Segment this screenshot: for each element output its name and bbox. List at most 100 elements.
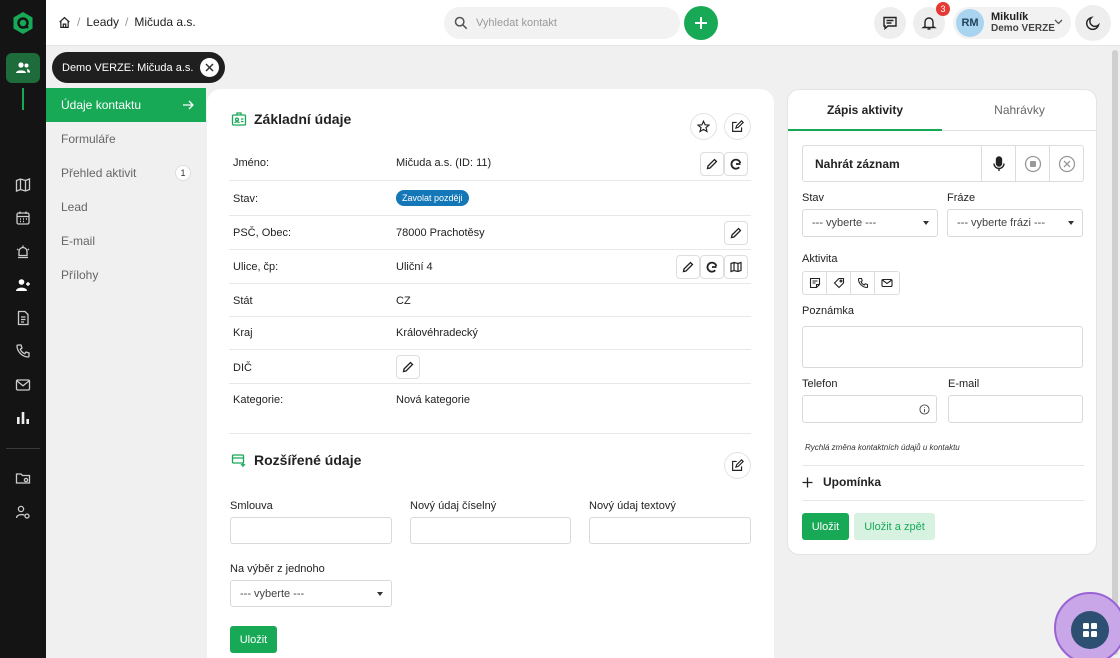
show-map-button[interactable] [724, 255, 748, 279]
email-input[interactable] [948, 395, 1083, 423]
rail-mail-icon[interactable] [13, 375, 33, 395]
sidenav-item-formulare[interactable]: Formuláře [46, 122, 206, 156]
home-icon[interactable] [58, 16, 71, 29]
sidenav-item-label: Přehled aktivit [61, 166, 137, 180]
sidenav-item-label: Přílohy [61, 268, 99, 282]
caret-down-icon [377, 592, 383, 596]
nav-rail [0, 0, 46, 658]
record-microphone-button[interactable] [981, 146, 1015, 181]
rail-stats-icon[interactable] [13, 408, 33, 428]
activity-tag-button[interactable] [827, 272, 851, 294]
caret-down-icon [923, 221, 929, 225]
info-icon[interactable] [919, 404, 930, 415]
edit-basic-button[interactable] [724, 113, 751, 140]
search-box[interactable] [444, 7, 680, 39]
theme-toggle-button[interactable] [1075, 5, 1111, 41]
save-and-back-button[interactable]: Uložit a zpět [854, 513, 935, 540]
contact-side-nav: Údaje kontaktu Formuláře Přehled aktivit… [46, 88, 206, 292]
arrow-right-icon [182, 99, 194, 111]
rail-user-manage-icon[interactable] [13, 275, 33, 295]
edit-street-button[interactable] [676, 255, 700, 279]
field-row-stat: Stát CZ [229, 284, 751, 317]
rail-document-icon[interactable] [13, 308, 33, 328]
sidenav-item-label: Údaje kontaktu [61, 98, 142, 112]
select-value: --- vyberte --- [812, 217, 877, 229]
tab-nahravky[interactable]: Nahrávky [942, 90, 1097, 131]
microphone-icon [992, 155, 1005, 171]
field-row-dic: DIČ [229, 350, 751, 384]
activity-type-group [802, 271, 900, 295]
sidenav-item-prilohy[interactable]: Přílohy [46, 258, 206, 292]
upominka-label: Upomínka [823, 475, 882, 489]
plus-icon [802, 477, 813, 487]
star-icon [697, 120, 710, 133]
edit-dic-button[interactable] [396, 355, 420, 379]
map-icon [730, 261, 742, 273]
app-logo-icon[interactable] [11, 11, 35, 35]
rail-contacts-icon[interactable] [6, 53, 40, 83]
sidenav-item-email[interactable]: E-mail [46, 224, 206, 258]
activity-phone-button[interactable] [851, 272, 875, 294]
text-field-label: Nový údaj textový [589, 500, 676, 512]
single-choice-select[interactable]: --- vyberte --- [230, 580, 392, 607]
record-stop-button[interactable] [1015, 146, 1049, 181]
rail-map-icon[interactable] [13, 175, 33, 195]
close-chip-button[interactable] [200, 58, 220, 77]
search-input[interactable] [476, 17, 656, 29]
field-label: Kraj [233, 327, 253, 339]
sidenav-item-label: E-mail [61, 234, 96, 248]
google-search-button[interactable] [724, 152, 748, 176]
rail-calendar-icon[interactable] [13, 208, 33, 228]
telefon-input[interactable] [802, 395, 937, 423]
smlouva-label: Smlouva [230, 500, 273, 512]
rail-active-indicator [22, 88, 24, 110]
upominka-toggle[interactable]: Upomínka [802, 475, 881, 489]
rail-user-settings-icon[interactable] [13, 502, 33, 522]
fraze-select[interactable]: --- vyberte frázi --- [947, 209, 1083, 237]
activity-email-button[interactable] [875, 272, 899, 294]
rail-divider [6, 448, 40, 449]
add-button[interactable] [684, 6, 718, 40]
google-icon [706, 261, 718, 273]
aktivita-label: Aktivita [802, 253, 838, 265]
user-menu[interactable]: RM Mikulík Demo VERZE [953, 7, 1071, 39]
sidenav-item-lead[interactable]: Lead [46, 190, 206, 224]
sidenav-item-prehled-aktivit[interactable]: Přehled aktivit 1 [46, 156, 206, 190]
page-scrollbar[interactable] [1112, 50, 1118, 655]
contact-chip: Demo VERZE: Mičuda a.s. [52, 52, 226, 83]
favorite-button[interactable] [690, 113, 717, 140]
record-cancel-button[interactable] [1049, 146, 1083, 181]
save-activity-button[interactable]: Uložit [802, 513, 849, 540]
avatar: RM [956, 9, 984, 37]
moon-icon [1086, 16, 1100, 31]
sidenav-item-udaje-kontaktu[interactable]: Údaje kontaktu [46, 88, 206, 122]
top-bar: / Leady / Mičuda a.s. 3 RM Mikulík Demo … [46, 0, 1120, 46]
google-address-button[interactable] [700, 255, 724, 279]
apps-grid-icon [1083, 623, 1097, 637]
pencil-icon [402, 361, 414, 373]
breadcrumb-leady[interactable]: Leady [86, 15, 119, 29]
tab-zapis-aktivity[interactable]: Zápis aktivity [788, 90, 942, 131]
pencil-icon [730, 227, 742, 239]
rail-alarm-icon[interactable] [13, 242, 33, 262]
edit-extended-button[interactable] [724, 452, 751, 479]
rail-folder-icon[interactable] [13, 468, 33, 488]
edit-name-button[interactable] [700, 152, 724, 176]
numeric-field-input[interactable] [410, 517, 571, 544]
smlouva-input[interactable] [230, 517, 392, 544]
text-field-input[interactable] [589, 517, 751, 544]
poznamka-textarea[interactable] [802, 326, 1083, 368]
breadcrumb-current: Mičuda a.s. [134, 15, 196, 29]
field-label: PSČ, Obec: [233, 227, 292, 239]
apps-floating-button[interactable] [1071, 611, 1109, 649]
stav-select[interactable]: --- vyberte --- [802, 209, 938, 237]
chevron-down-icon [1054, 19, 1063, 25]
field-value: 78000 Prachotěsy [396, 227, 485, 239]
save-extended-button[interactable]: Uložit [230, 626, 277, 653]
messages-button[interactable] [874, 7, 906, 39]
edit-city-button[interactable] [724, 221, 748, 245]
field-value: Uliční 4 [396, 261, 433, 273]
rail-phone-icon[interactable] [13, 341, 33, 361]
activity-note-button[interactable] [803, 272, 827, 294]
close-icon [205, 63, 214, 72]
